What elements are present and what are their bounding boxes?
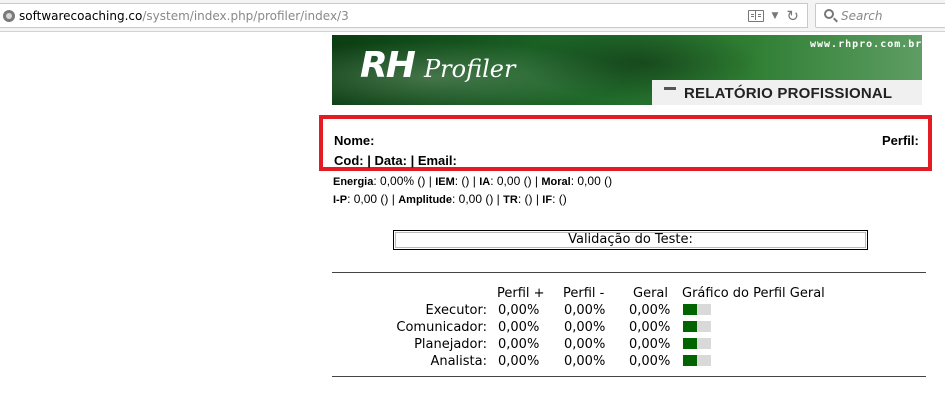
- energia-value: : 0,00% () |: [373, 174, 432, 188]
- header-perfil-minus: Perfil -: [563, 286, 605, 301]
- validation-label: Validação do Teste:: [568, 232, 693, 247]
- profile-bar-fill: [683, 304, 697, 315]
- search-placeholder: Search: [841, 9, 883, 23]
- profile-bar: [683, 338, 711, 349]
- moral-value: : 0,00 (): [570, 174, 613, 188]
- row-geral-value: 0,00%: [629, 337, 671, 352]
- profile-bar: [683, 355, 711, 366]
- row-minus-value: 0,00%: [564, 320, 606, 335]
- perfil-label: Perfil:: [882, 133, 919, 148]
- ia-label: IA: [479, 176, 491, 188]
- dropdown-arrow-icon[interactable]: ▼: [772, 11, 779, 21]
- reader-view-icon[interactable]: [747, 10, 764, 22]
- profile-bar: [683, 321, 711, 332]
- profile-bar-fill: [683, 321, 697, 332]
- energia-label: Energia: [333, 176, 374, 188]
- divider-top: [332, 272, 926, 273]
- stats-line-1: Energia: 0,00% () | IEM: () | IA: 0,00 (…: [333, 174, 612, 188]
- row-label: Analista:: [430, 354, 487, 369]
- stats-line-2: I-P: 0,00 () | Amplitude: 0,00 () | TR: …: [333, 192, 567, 206]
- row-plus-value: 0,00%: [498, 354, 540, 369]
- header-geral: Geral: [633, 286, 668, 301]
- site-url: www.rhpro.com.br: [810, 39, 922, 50]
- row-minus-value: 0,00%: [564, 337, 606, 352]
- row-minus-value: 0,00%: [564, 354, 606, 369]
- iem-value: : () |: [454, 174, 476, 188]
- tr-value: : () |: [517, 192, 539, 206]
- row-plus-value: 0,00%: [498, 337, 540, 352]
- address-bar[interactable]: softwarecoaching.co/system/index.php/pro…: [0, 3, 808, 28]
- row-plus-value: 0,00%: [498, 320, 540, 335]
- row-label: Executor:: [425, 303, 487, 318]
- iem-label: IEM: [435, 176, 455, 188]
- logo-profiler: Profiler: [424, 55, 516, 83]
- ip-label: I-P: [333, 194, 348, 206]
- nome-label: Nome:: [334, 133, 375, 148]
- cod-data-email: Cod: | Data: | Email:: [334, 153, 457, 168]
- search-input[interactable]: Search: [815, 3, 945, 28]
- search-icon: [824, 9, 834, 19]
- url-text[interactable]: softwarecoaching.co/system/index.php/pro…: [19, 9, 349, 23]
- row-plus-value: 0,00%: [498, 303, 540, 318]
- row-geral-value: 0,00%: [629, 303, 671, 318]
- browser-toolbar: softwarecoaching.co/system/index.php/pro…: [0, 0, 945, 32]
- reload-icon[interactable]: ↻: [786, 7, 799, 25]
- profile-bar: [683, 304, 711, 315]
- amplitude-label: Amplitude: [398, 194, 452, 206]
- header-grafico: Gráfico do Perfil Geral: [682, 286, 825, 301]
- row-label: Planejador:: [414, 337, 487, 352]
- if-value: : (): [552, 192, 567, 206]
- profile-bar-fill: [683, 338, 697, 349]
- moral-label: Moral: [541, 176, 571, 188]
- globe-icon: [3, 10, 15, 22]
- ia-value: : 0,00 () |: [490, 174, 539, 188]
- row-minus-value: 0,00%: [564, 303, 606, 318]
- row-geral-value: 0,00%: [629, 320, 671, 335]
- header-perfil-plus: Perfil +: [497, 286, 545, 301]
- ip-value: : 0,00 () |: [347, 192, 395, 206]
- validation-box: Validação do Teste:: [393, 230, 868, 250]
- logo-rh: RH: [360, 45, 416, 86]
- report-banner: RH Profiler www.rhpro.com.br RELATÓRIO P…: [332, 35, 922, 105]
- row-label: Comunicador:: [396, 320, 487, 335]
- divider-bottom: [332, 376, 926, 377]
- tr-label: TR: [503, 194, 518, 206]
- amplitude-value: : 0,00 () |: [452, 192, 500, 206]
- report-title: RELATÓRIO PROFISSIONAL: [684, 85, 893, 102]
- profile-bar-fill: [683, 355, 697, 366]
- row-geral-value: 0,00%: [629, 354, 671, 369]
- if-label: IF: [542, 194, 553, 206]
